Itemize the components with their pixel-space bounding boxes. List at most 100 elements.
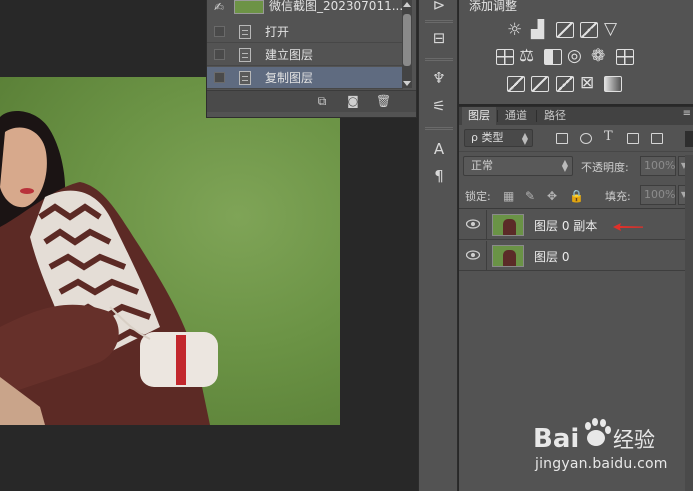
history-checkbox[interactable] bbox=[214, 72, 225, 83]
lock-transparent-pixels-icon[interactable]: ▦ bbox=[503, 190, 514, 202]
paragraph-panel-icon[interactable]: ¶ bbox=[428, 165, 450, 187]
baidu-jingyan-logo: Bai 经验 bbox=[533, 418, 655, 454]
dock-grip[interactable] bbox=[425, 58, 453, 61]
history-checkbox[interactable] bbox=[214, 26, 225, 37]
layer-name[interactable]: 图层 0 bbox=[534, 248, 569, 265]
chevron-updown-icon: ▲ ▼ bbox=[521, 131, 528, 146]
history-document-icon bbox=[239, 24, 251, 39]
vibrance-icon[interactable]: ▽ bbox=[604, 20, 617, 38]
scroll-down-icon[interactable] bbox=[403, 81, 411, 86]
eye-icon[interactable] bbox=[466, 219, 480, 229]
history-item-new-layer[interactable]: 建立图层 bbox=[207, 44, 403, 66]
history-item-duplicate-layer[interactable]: 复制图层 bbox=[207, 67, 403, 89]
layer-row-layer0[interactable]: 图层 0 bbox=[459, 241, 685, 271]
posterize-icon[interactable] bbox=[531, 76, 549, 92]
threshold-icon[interactable] bbox=[556, 76, 574, 92]
new-document-from-state-icon[interactable]: ⧉ bbox=[315, 95, 329, 107]
layer-thumbnail[interactable] bbox=[492, 214, 524, 236]
filter-type-label: ρ 类型 bbox=[471, 131, 504, 144]
snapshot-name: 微信截图_202307011... bbox=[269, 0, 404, 13]
scroll-thumb[interactable] bbox=[403, 14, 411, 66]
divider bbox=[486, 210, 487, 240]
divider bbox=[486, 241, 487, 271]
invert-icon[interactable] bbox=[507, 76, 525, 92]
eye-icon[interactable] bbox=[466, 250, 480, 260]
fill-label: 填充: bbox=[605, 190, 631, 203]
tab-layers[interactable]: 图层 bbox=[462, 107, 496, 125]
filter-type-icon[interactable]: T bbox=[604, 129, 613, 144]
filter-adjustment-icon[interactable] bbox=[580, 133, 592, 144]
character-panel-icon[interactable]: A bbox=[428, 138, 450, 160]
fill-input[interactable]: 100% bbox=[640, 185, 676, 205]
opacity-label: 不透明度: bbox=[581, 161, 629, 174]
history-item-open[interactable]: 打开 bbox=[207, 21, 403, 43]
lock-label: 锁定: bbox=[465, 190, 491, 203]
panel-dock-column: ⊳ ⊟ ♆ ⚟ A ¶ bbox=[418, 0, 458, 491]
lock-position-icon[interactable]: ✥ bbox=[547, 190, 558, 202]
black-white-icon[interactable] bbox=[544, 49, 562, 65]
history-document-icon bbox=[239, 70, 251, 85]
history-snapshot-row[interactable]: ✍ 微信截图_202307011... bbox=[207, 0, 403, 16]
color-balance-icon[interactable]: ⚖ bbox=[519, 47, 534, 65]
history-panel-icon[interactable]: ⊳ bbox=[428, 0, 450, 16]
photo-woman-on-grass bbox=[0, 111, 218, 425]
brightness-contrast-icon[interactable]: ☼ bbox=[507, 21, 522, 39]
hue-saturation-icon[interactable] bbox=[496, 49, 514, 65]
adjustments-title: 添加调整 bbox=[469, 0, 518, 13]
divider bbox=[459, 208, 693, 209]
curves-icon[interactable] bbox=[556, 22, 574, 38]
thumbnail-figure bbox=[503, 219, 516, 235]
channel-mixer-icon[interactable]: ❁ bbox=[591, 47, 605, 65]
tab-channels[interactable]: 通道 bbox=[499, 107, 533, 125]
levels-icon[interactable]: ▟ bbox=[531, 21, 544, 39]
layer-thumbnail[interactable] bbox=[492, 245, 524, 267]
logo-lettering: Bai bbox=[533, 424, 579, 454]
blend-mode-select[interactable]: 正常 ▲ ▼ bbox=[463, 156, 573, 176]
tool-presets-icon[interactable]: ⚟ bbox=[428, 95, 450, 117]
arrow-shape bbox=[613, 223, 643, 231]
chevron-updown-icon: ▲ ▼ bbox=[561, 158, 568, 173]
snapshot-thumbnail bbox=[234, 0, 264, 14]
color-lookup-icon[interactable] bbox=[616, 49, 634, 65]
scroll-up-icon[interactable] bbox=[403, 2, 411, 7]
selective-color-icon[interactable]: ⊠ bbox=[580, 74, 594, 92]
trash-icon[interactable]: 🗑 bbox=[376, 95, 391, 107]
dock-grip[interactable] bbox=[425, 20, 453, 23]
dock-grip[interactable] bbox=[425, 127, 453, 130]
filter-smart-object-icon[interactable] bbox=[651, 133, 663, 144]
lock-image-pixels-icon[interactable]: ✎ bbox=[525, 190, 536, 202]
logo-lettering: 经验 bbox=[613, 428, 655, 452]
history-panel: ✍ 微信截图_202307011... 打开 建立图层 复制图层 ⧉ ◙ 🗑 bbox=[206, 0, 417, 118]
history-brush-icon[interactable]: ✍ bbox=[214, 0, 224, 14]
camera-icon[interactable]: ◙ bbox=[346, 95, 360, 107]
filter-toggle-switch[interactable] bbox=[685, 131, 693, 147]
watermark-url: jingyan.baidu.com bbox=[535, 456, 668, 472]
history-item-label: 打开 bbox=[265, 25, 290, 39]
history-checkbox[interactable] bbox=[214, 49, 225, 60]
layer-filter-select[interactable]: ρ 类型 ▲ ▼ bbox=[464, 129, 533, 147]
layer-name[interactable]: 图层 0 副本 bbox=[534, 217, 597, 234]
thumbnail-figure bbox=[503, 250, 516, 266]
opacity-input[interactable]: 100% bbox=[640, 156, 676, 176]
layer-row-layer0-copy[interactable]: 图层 0 副本 bbox=[459, 210, 685, 240]
divider bbox=[459, 151, 693, 152]
photo-filter-icon[interactable]: ◎ bbox=[567, 47, 582, 65]
panel-menu-icon[interactable]: ≡ bbox=[683, 108, 691, 119]
tab-divider bbox=[536, 110, 537, 122]
tab-divider bbox=[497, 110, 498, 122]
brush-presets-icon[interactable]: ♆ bbox=[428, 67, 450, 89]
gradient-map-icon[interactable] bbox=[604, 76, 622, 92]
history-footer: ⧉ ◙ 🗑 bbox=[207, 90, 416, 112]
tab-paths[interactable]: 路径 bbox=[538, 107, 572, 125]
exposure-icon[interactable] bbox=[580, 22, 598, 38]
canvas-image[interactable] bbox=[0, 77, 340, 425]
history-item-label: 建立图层 bbox=[265, 48, 314, 62]
filter-shape-icon[interactable] bbox=[627, 133, 639, 144]
lock-all-icon[interactable]: 🔒 bbox=[569, 190, 584, 202]
layers-tab-bar: 图层 通道 路径 ≡ bbox=[459, 107, 693, 125]
filter-pixel-icon[interactable] bbox=[556, 133, 568, 144]
blend-mode-value: 正常 bbox=[471, 159, 493, 172]
properties-panel-icon[interactable]: ⊟ bbox=[428, 27, 450, 49]
red-arrow-annotation bbox=[613, 223, 643, 231]
history-scrollbar[interactable] bbox=[402, 0, 412, 88]
